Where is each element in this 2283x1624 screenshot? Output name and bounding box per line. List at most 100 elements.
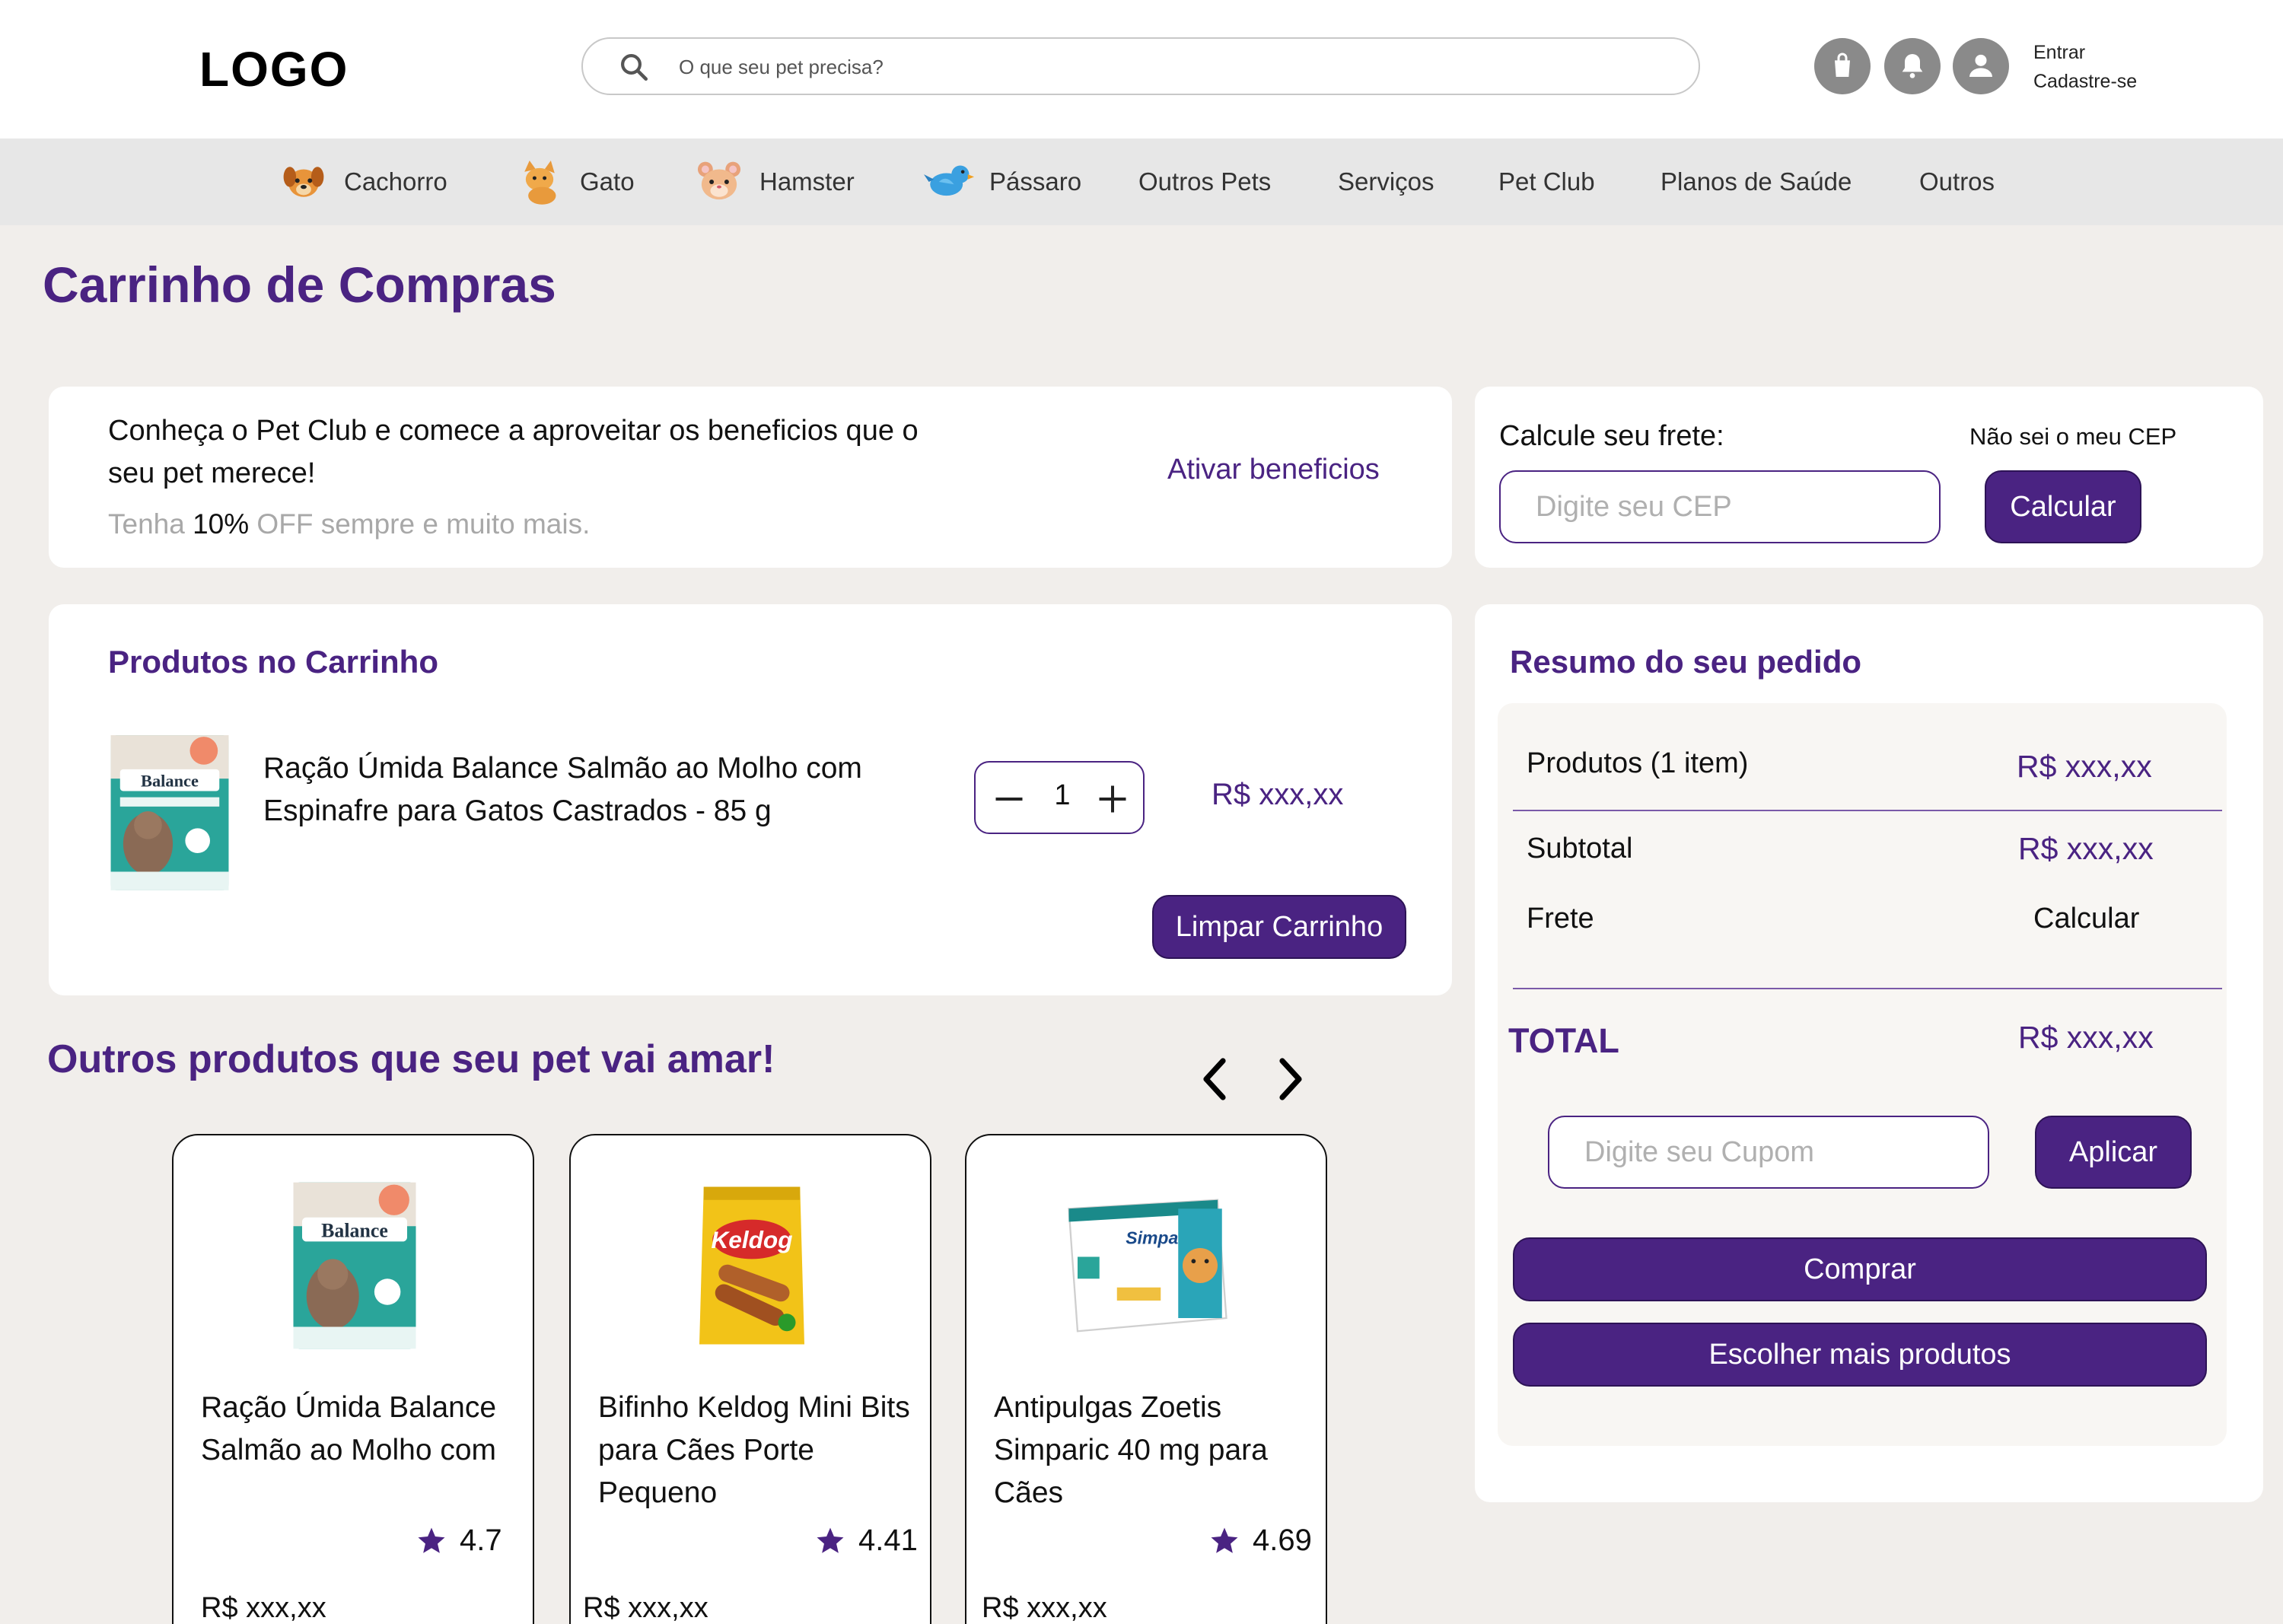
svg-text:Balance: Balance bbox=[141, 771, 199, 790]
nav-item-label: Serviços bbox=[1338, 167, 1434, 196]
shopping-bag-icon bbox=[1835, 53, 1850, 77]
login-link[interactable]: Entrar bbox=[2033, 38, 2137, 67]
pet-club-text: Conheça o Pet Club e comece a aproveitar… bbox=[108, 415, 919, 489]
pet-club-subtext-before: Tenha bbox=[108, 508, 193, 540]
bell-icon bbox=[1902, 54, 1923, 78]
nav-item-planos-de-saude[interactable]: Planos de Saúde bbox=[1661, 139, 1852, 225]
star-icon bbox=[418, 1527, 445, 1553]
total-value: R$ xxx,xx bbox=[2018, 1020, 2154, 1055]
carousel-prev-icon[interactable] bbox=[1196, 1056, 1234, 1102]
nav-item-label: Planos de Saúde bbox=[1661, 167, 1852, 196]
nav-item-label: Hamster bbox=[759, 167, 855, 196]
signup-link[interactable]: Cadastre-se bbox=[2033, 67, 2137, 96]
product-price: R$ xxx,xx bbox=[982, 1592, 1107, 1624]
activate-benefits-link[interactable]: Ativar beneficios bbox=[1167, 454, 1380, 486]
flea-medicine-box-image[interactable]: Simparic bbox=[1058, 1178, 1237, 1353]
pet-club-discount: 10% bbox=[193, 508, 250, 540]
nav-item-label: Pássaro bbox=[989, 167, 1082, 196]
cart-products: Produtos no Carrinho Balance Ração Úmida… bbox=[49, 604, 1452, 995]
nav-item-gato[interactable]: Gato bbox=[514, 139, 635, 225]
calculate-shipping-button[interactable]: Calcular bbox=[1985, 470, 2141, 543]
pet-club-banner: Conheça o Pet Club e comece a aproveitar… bbox=[49, 387, 1452, 568]
nav-item-pet-club[interactable]: Pet Club bbox=[1498, 139, 1595, 225]
nav-item-outros-pets[interactable]: Outros Pets bbox=[1138, 139, 1271, 225]
product-card[interactable]: Simparic Antipulgas Zoetis Simparic 40 m… bbox=[965, 1134, 1327, 1624]
account-button[interactable] bbox=[1953, 38, 2009, 94]
buy-button[interactable]: Comprar bbox=[1513, 1237, 2207, 1301]
product-rating: 4.69 bbox=[1208, 1524, 1312, 1558]
page-title: Carrinho de Compras bbox=[43, 256, 556, 313]
search-bar[interactable] bbox=[581, 37, 1700, 95]
summary-divider bbox=[1513, 988, 2222, 989]
quantity-value[interactable]: 1 bbox=[1040, 779, 1085, 812]
shipping-calculate-link[interactable]: Calcular bbox=[2033, 903, 2139, 935]
nav-item-label: Cachorro bbox=[344, 167, 447, 196]
product-card[interactable]: Keldog Bifinho Keldog Mini Bits para Cãe… bbox=[569, 1134, 931, 1624]
product-price: R$ xxx,xx bbox=[583, 1592, 708, 1624]
subtotal-value: R$ xxx,xx bbox=[2018, 831, 2154, 866]
product-name[interactable]: Bifinho Keldog Mini Bits para Cães Porte… bbox=[598, 1387, 918, 1514]
quantity-stepper: 1 bbox=[974, 761, 1145, 834]
nav-item-servicos[interactable]: Serviços bbox=[1338, 139, 1434, 225]
products-total-value: R$ xxx,xx bbox=[2017, 749, 2152, 784]
nav-item-cachorro[interactable]: Cachorro bbox=[279, 139, 447, 225]
category-nav: Cachorro Gato Hamster Pássaro Outros Pet… bbox=[0, 139, 2283, 225]
cat-food-pouch-image[interactable]: Balance bbox=[107, 732, 233, 893]
nav-item-passaro[interactable]: Pássaro bbox=[924, 139, 1081, 225]
nav-item-hamster[interactable]: Hamster bbox=[694, 139, 855, 225]
cep-input[interactable] bbox=[1499, 470, 1941, 543]
total-label: TOTAL bbox=[1508, 1021, 1619, 1060]
cat-food-pouch-image[interactable]: Balance bbox=[265, 1178, 444, 1353]
pet-club-subtext-after: OFF sempre e muito mais. bbox=[249, 508, 591, 540]
auth-links: Entrar Cadastre-se bbox=[2033, 38, 2137, 96]
dog-treats-package-image[interactable]: Keldog bbox=[662, 1178, 842, 1353]
star-icon bbox=[817, 1527, 844, 1553]
product-name[interactable]: Ração Úmida Balance Salmão ao Molho com bbox=[201, 1387, 521, 1472]
product-rating: 4.7 bbox=[416, 1524, 502, 1558]
product-price: R$ xxx,xx bbox=[201, 1592, 326, 1624]
svg-text:Balance: Balance bbox=[321, 1220, 388, 1242]
products-count-label: Produtos (1 item) bbox=[1527, 747, 1749, 779]
product-rating: 4.41 bbox=[814, 1524, 918, 1558]
header: LOGO Entrar Cadastre-se bbox=[0, 0, 2283, 139]
product-name[interactable]: Antipulgas Zoetis Simparic 40 mg para Cã… bbox=[994, 1387, 1313, 1514]
user-icon bbox=[1969, 54, 1992, 77]
star-icon bbox=[1211, 1527, 1238, 1553]
rating-value: 4.69 bbox=[1253, 1524, 1312, 1557]
product-card[interactable]: Balance Ração Úmida Balance Salmão ao Mo… bbox=[172, 1134, 534, 1624]
choose-more-products-button[interactable]: Escolher mais produtos bbox=[1513, 1323, 2207, 1387]
coupon-input[interactable] bbox=[1548, 1116, 1989, 1189]
apply-coupon-button[interactable]: Aplicar bbox=[2035, 1116, 2192, 1189]
rating-value: 4.7 bbox=[460, 1524, 502, 1557]
nav-item-label: Outros Pets bbox=[1138, 167, 1272, 196]
plus-icon[interactable] bbox=[1090, 776, 1135, 822]
nav-item-label: Gato bbox=[580, 167, 635, 196]
summary-panel: Produtos (1 item) R$ xxx,xx Subtotal R$ … bbox=[1498, 703, 2227, 1446]
cart-title: Produtos no Carrinho bbox=[108, 644, 438, 680]
dog-icon bbox=[283, 167, 324, 197]
nav-item-outros[interactable]: Outros bbox=[1919, 139, 1995, 225]
cat-icon bbox=[524, 160, 556, 205]
shopping-bag-button[interactable] bbox=[1814, 38, 1871, 94]
search-input[interactable] bbox=[679, 48, 1668, 86]
recommendations-title: Outros produtos que seu pet vai amar! bbox=[47, 1037, 775, 1081]
bird-icon bbox=[924, 165, 974, 196]
subtotal-label: Subtotal bbox=[1527, 833, 1633, 865]
svg-text:Keldog: Keldog bbox=[711, 1226, 792, 1253]
search-icon[interactable] bbox=[618, 51, 650, 83]
summary-title: Resumo do seu pedido bbox=[1510, 644, 1862, 680]
minus-icon[interactable] bbox=[986, 776, 1032, 822]
hamster-icon bbox=[697, 161, 741, 200]
logo[interactable]: LOGO bbox=[199, 41, 349, 97]
pet-club-subtext: Tenha 10% OFF sempre e muito mais. bbox=[108, 508, 590, 540]
shipping-calculator: Calcule seu frete: Não sei o meu CEP Cal… bbox=[1475, 387, 2263, 568]
cart-item-price: R$ xxx,xx bbox=[1212, 778, 1344, 811]
cart-item-name[interactable]: Ração Úmida Balance Salmão ao Molho com … bbox=[263, 747, 918, 833]
summary-divider bbox=[1513, 810, 2222, 811]
notifications-button[interactable] bbox=[1884, 38, 1941, 94]
clear-cart-button[interactable]: Limpar Carrinho bbox=[1152, 895, 1406, 959]
dont-know-cep-link[interactable]: Não sei o meu CEP bbox=[1969, 423, 2176, 451]
nav-item-label: Outros bbox=[1919, 167, 1995, 196]
carousel-next-icon[interactable] bbox=[1271, 1056, 1309, 1102]
order-summary: Resumo do seu pedido Produtos (1 item) R… bbox=[1475, 604, 2263, 1502]
